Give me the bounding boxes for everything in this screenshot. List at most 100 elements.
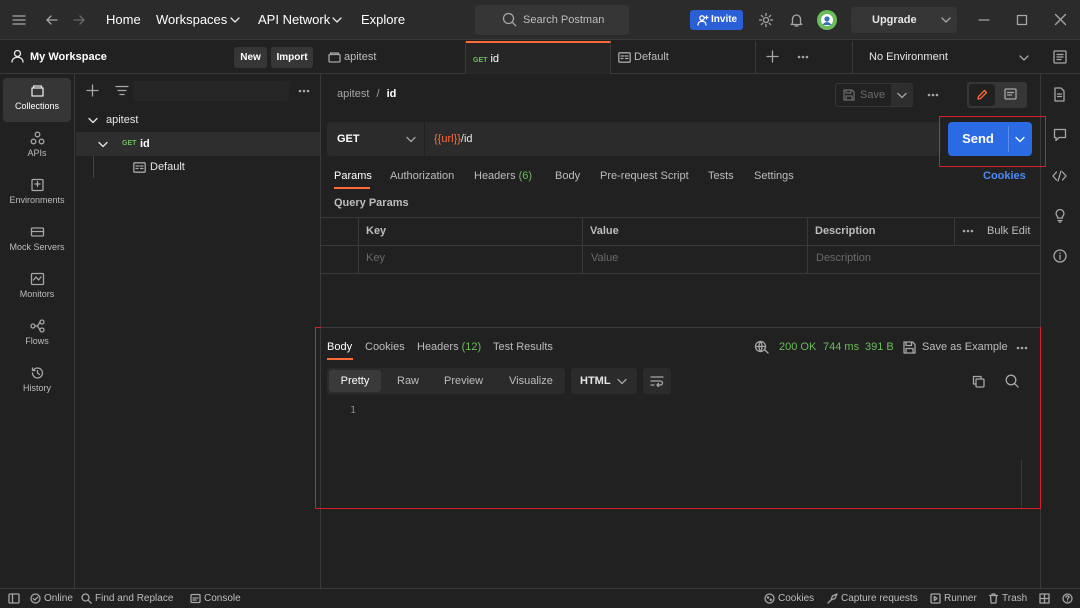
runner-button[interactable]: Runner <box>944 589 977 608</box>
view-pretty[interactable]: Pretty <box>329 370 381 392</box>
cookies-button[interactable]: Cookies <box>778 589 814 608</box>
console-button[interactable]: Console <box>204 589 241 608</box>
tab-params[interactable]: Params <box>334 170 372 182</box>
param-description-input[interactable]: Description <box>808 246 1040 273</box>
related-collections-icon[interactable] <box>1053 208 1067 223</box>
workspace-name[interactable]: My Workspace <box>30 51 107 63</box>
copy-icon[interactable] <box>972 375 985 388</box>
response-body-editor[interactable] <box>365 400 1020 505</box>
notification-bell-icon[interactable] <box>789 12 804 28</box>
editor-scrollbar[interactable] <box>1021 460 1022 508</box>
response-size[interactable]: 391 B <box>865 341 894 353</box>
search-box[interactable]: Search Postman <box>475 5 629 35</box>
more-options-icon[interactable] <box>927 93 939 97</box>
breadcrumb-parent[interactable]: apitest <box>337 88 369 100</box>
tab-body[interactable]: Body <box>555 170 580 182</box>
nav-api-network[interactable]: API Network <box>258 0 330 40</box>
response-tab-headers[interactable]: Headers (12) <box>417 341 481 353</box>
tab-headers[interactable]: Headers (6) <box>474 170 532 182</box>
tab-authorization[interactable]: Authorization <box>390 170 454 182</box>
rail-label: Collections <box>14 101 60 111</box>
rail-label: APIs <box>27 148 47 158</box>
maximize-icon[interactable] <box>1016 14 1028 26</box>
rail-item-monitors[interactable]: Monitors <box>3 266 71 310</box>
two-pane-layout-icon[interactable] <box>1039 593 1050 604</box>
tree-item-example[interactable]: Default <box>76 156 320 178</box>
chevron-down-icon[interactable] <box>332 16 342 24</box>
menu-icon[interactable] <box>12 13 26 27</box>
help-icon[interactable] <box>1062 593 1073 604</box>
tab-pre-request-script[interactable]: Pre-request Script <box>600 170 689 182</box>
settings-gear-icon[interactable] <box>758 12 774 28</box>
more-options-icon[interactable] <box>962 229 974 233</box>
info-icon[interactable] <box>1053 249 1067 263</box>
comments-icon[interactable] <box>1053 128 1067 142</box>
response-tab-test-results[interactable]: Test Results <box>493 341 553 353</box>
view-raw[interactable]: Raw <box>397 375 419 387</box>
trash-button[interactable]: Trash <box>1002 589 1027 608</box>
forward-arrow-icon[interactable] <box>72 13 86 27</box>
tab-default[interactable]: Default <box>611 41 756 74</box>
add-collection-icon[interactable] <box>86 84 99 97</box>
code-icon[interactable] <box>1052 170 1067 182</box>
comment-mode-icon[interactable] <box>1004 88 1017 101</box>
back-arrow-icon[interactable] <box>45 13 59 27</box>
param-key-input[interactable]: Key <box>359 246 581 273</box>
wrap-lines-button[interactable] <box>643 368 671 394</box>
new-button[interactable]: New <box>234 47 267 68</box>
environment-quick-look-icon[interactable] <box>1053 50 1067 64</box>
tab-get-id[interactable]: GET id <box>466 41 611 74</box>
avatar[interactable] <box>816 9 838 31</box>
close-icon[interactable] <box>1054 13 1067 26</box>
add-tab-icon[interactable] <box>766 50 779 63</box>
chevron-down-icon[interactable] <box>941 16 951 24</box>
filter-icon[interactable] <box>115 85 129 96</box>
save-options-button[interactable] <box>891 84 913 106</box>
response-time[interactable]: 744 ms <box>823 341 859 353</box>
more-options-icon[interactable] <box>1016 346 1028 350</box>
tab-tests[interactable]: Tests <box>708 170 734 182</box>
minimize-icon[interactable] <box>978 14 990 26</box>
tab-settings[interactable]: Settings <box>754 170 794 182</box>
more-options-icon[interactable] <box>298 89 310 93</box>
rail-item-collections[interactable]: Collections <box>3 78 71 122</box>
chevron-down-icon[interactable] <box>230 16 240 24</box>
rail-item-mock-servers[interactable]: Mock Servers <box>3 219 71 263</box>
view-visualize[interactable]: Visualize <box>509 375 553 387</box>
tree-item-collection[interactable]: apitest <box>76 109 320 131</box>
response-tab-cookies[interactable]: Cookies <box>365 341 405 353</box>
url-input[interactable]: {{url}}/id <box>426 122 941 156</box>
find-and-replace-button[interactable]: Find and Replace <box>95 589 173 608</box>
rail-item-environments[interactable]: Environments <box>3 172 71 216</box>
nav-explore[interactable]: Explore <box>361 0 405 40</box>
capture-requests-button[interactable]: Capture requests <box>841 589 918 608</box>
more-tabs-icon[interactable] <box>797 55 809 59</box>
response-tab-body[interactable]: Body <box>327 341 352 353</box>
format-select[interactable]: HTML <box>571 368 637 394</box>
import-button[interactable]: Import <box>271 47 313 68</box>
nav-workspaces[interactable]: Workspaces <box>156 0 227 40</box>
response-status[interactable]: 200 OK <box>779 341 816 353</box>
cookies-link[interactable]: Cookies <box>983 170 1026 182</box>
bulk-edit-button[interactable]: Bulk Edit <box>987 225 1030 237</box>
breadcrumb-current[interactable]: id <box>387 88 397 100</box>
search-icon[interactable] <box>1005 374 1019 388</box>
view-preview[interactable]: Preview <box>444 375 483 387</box>
tab-apitest[interactable]: apitest <box>321 41 466 74</box>
online-status[interactable]: Online <box>44 589 73 608</box>
sidebar-search-input[interactable] <box>133 81 289 101</box>
edit-mode-button[interactable] <box>969 84 995 106</box>
rail-item-flows[interactable]: Flows <box>3 313 71 357</box>
rail-item-history[interactable]: History <box>3 360 71 404</box>
documentation-icon[interactable] <box>1053 87 1066 102</box>
param-value-input[interactable]: Value <box>583 246 806 273</box>
method-select[interactable]: GET <box>327 122 425 156</box>
network-globe-icon[interactable] <box>754 340 769 355</box>
rail-item-apis[interactable]: APIs <box>3 125 71 169</box>
save-as-example-button[interactable]: Save as Example <box>922 341 1008 353</box>
nav-home[interactable]: Home <box>106 0 141 40</box>
environment-selector[interactable]: No Environment <box>852 41 1040 74</box>
tree-item-request[interactable]: GET id <box>76 132 320 156</box>
toggle-sidebar-icon[interactable] <box>8 593 20 604</box>
online-status-icon <box>30 593 41 604</box>
